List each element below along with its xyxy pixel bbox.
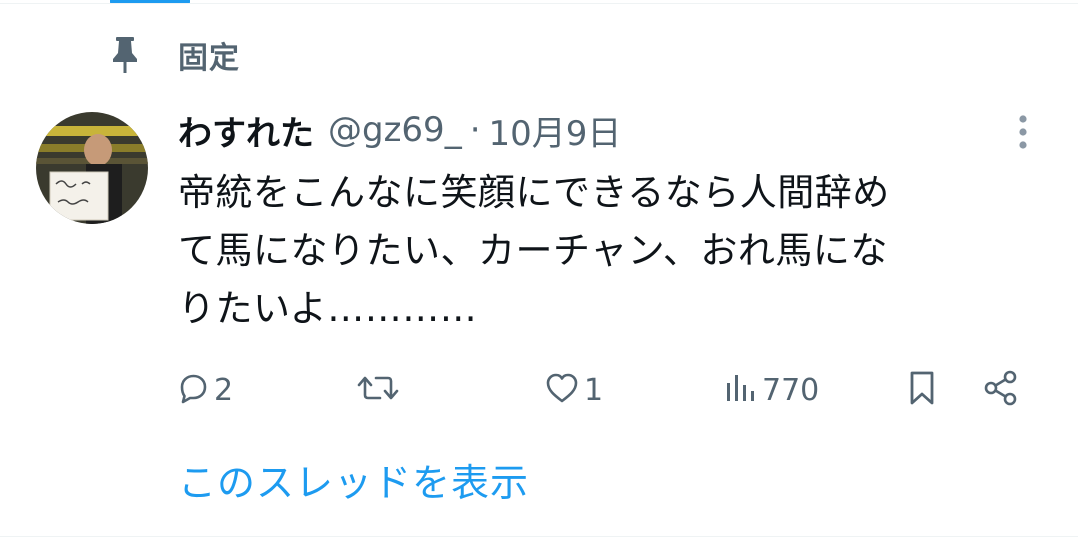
analytics-icon <box>724 371 758 409</box>
heart-icon <box>544 371 580 409</box>
tweet-text: 帝統をこんなに笑顔にできるなら人間辞め て馬になりたい、カーチャン、おれ馬にな … <box>178 164 1028 338</box>
tweet-text-line: りたいよ………… <box>178 287 478 330</box>
retweet-button[interactable] <box>356 362 404 418</box>
like-button[interactable]: 1 <box>544 362 603 418</box>
divider <box>0 3 1078 4</box>
bookmark-button[interactable] <box>906 362 938 418</box>
user-handle[interactable]: @gz69_ <box>328 110 462 150</box>
share-button[interactable] <box>982 362 1020 418</box>
tweet-date[interactable]: 10月9日 <box>489 106 622 155</box>
share-icon <box>982 369 1020 411</box>
more-vertical-icon[interactable] <box>1006 112 1040 152</box>
tweet-header: わすれた @gz69_ · 10月9日 <box>178 104 621 156</box>
tweet-actions: 2 1 770 <box>176 362 1036 418</box>
reply-count: 2 <box>214 372 234 408</box>
pinned-indicator: 固定 <box>108 30 240 80</box>
pinned-label: 固定 <box>178 41 240 76</box>
reply-button[interactable]: 2 <box>176 362 233 418</box>
show-thread-link[interactable]: このスレッドを表示 <box>178 452 529 507</box>
views-button[interactable]: 770 <box>724 362 819 418</box>
views-count: 770 <box>762 372 820 408</box>
retweet-icon <box>356 371 400 409</box>
reply-icon <box>176 371 210 409</box>
separator-dot: · <box>469 110 481 150</box>
tweet-text-line: て馬になりたい、カーチャン、おれ馬にな <box>178 229 888 272</box>
display-name[interactable]: わすれた <box>178 106 314 155</box>
pin-icon <box>108 35 142 75</box>
divider <box>0 536 1078 537</box>
tweet-text-line: 帝統をこんなに笑顔にできるなら人間辞め <box>178 171 890 214</box>
like-count: 1 <box>584 372 604 408</box>
avatar[interactable] <box>36 112 148 224</box>
bookmark-icon <box>906 369 938 411</box>
